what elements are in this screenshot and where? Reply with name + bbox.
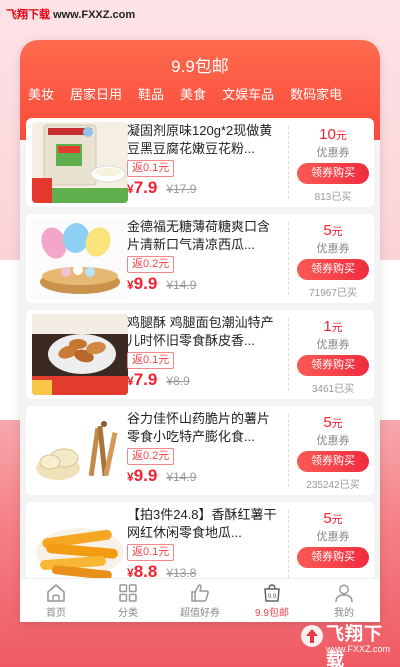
coupon-value: 10元 xyxy=(319,126,347,143)
tabbar-99-free-shipping[interactable]: 9.9 9.9包邮 xyxy=(236,579,308,622)
price-row: ¥7.9 ¥8.9 xyxy=(127,370,190,392)
page-title: 9.9包邮 xyxy=(171,57,229,76)
logo-icon xyxy=(301,625,323,647)
coupon-value: 5元 xyxy=(323,414,343,431)
home-icon xyxy=(47,584,65,602)
coupon-value: 5元 xyxy=(323,222,343,239)
thumbs-up-icon xyxy=(191,584,209,602)
tabbar-category[interactable]: 分类 xyxy=(92,579,164,622)
divider xyxy=(288,126,289,199)
coupon-block: 10元 优惠券 领券购买 813已买 xyxy=(292,118,374,207)
product-card[interactable]: 凝固剂原味120g*2现做黄豆黑豆腐花嫩豆花粉... 返0.1元 ¥7.9 ¥1… xyxy=(26,118,374,207)
coupon-label: 优惠券 xyxy=(316,435,350,447)
site-logo: 飞翔下载 www.FXXZ.com xyxy=(300,618,400,667)
watermark-prefix: 飞翔下载 xyxy=(6,9,50,21)
coupon-label: 优惠券 xyxy=(316,339,350,351)
site-watermark: 飞翔下载 www.FXXZ.com xyxy=(6,6,135,22)
tabbar-label: 9.9包邮 xyxy=(255,608,289,619)
price-row: ¥9.9 ¥14.9 xyxy=(127,466,196,488)
person-icon xyxy=(335,584,353,603)
price-row: ¥9.9 ¥14.9 xyxy=(127,274,196,296)
rebate-tag: 返0.2元 xyxy=(127,256,175,273)
logo-url: www.FXXZ.com xyxy=(326,644,391,654)
product-title[interactable]: 凝固剂原味120g*2现做黄豆黑豆腐花嫩豆花粉... xyxy=(127,122,279,158)
coupon-label: 优惠券 xyxy=(316,243,350,255)
bag-badge: 9.9 xyxy=(268,594,277,600)
divider xyxy=(288,510,289,583)
coupon-value: 5元 xyxy=(323,510,343,527)
sold-count: 235242已买 xyxy=(306,480,360,491)
category-tabs: 美妆 居家日用 鞋品 美食 文娱车品 数码家电 xyxy=(20,84,380,114)
bag-icon: 9.9 xyxy=(264,584,280,602)
coupon-block: 5元 优惠券 领券购买 235242已买 xyxy=(292,406,374,495)
divider xyxy=(288,318,289,391)
tabbar-label: 分类 xyxy=(118,608,138,619)
product-title[interactable]: 金德福无糖薄荷糖爽口含片清新口气清凉西瓜... xyxy=(127,218,279,254)
divider xyxy=(288,414,289,487)
original-price: ¥17.9 xyxy=(166,182,197,196)
rebate-tag: 返0.1元 xyxy=(127,352,175,369)
product-image xyxy=(32,122,128,203)
grid-icon xyxy=(119,584,137,602)
current-price: ¥9.9 xyxy=(127,466,158,485)
tab-entertainment[interactable]: 文娱车品 xyxy=(214,84,282,114)
original-price: ¥14.9 xyxy=(166,278,197,292)
sold-count: 3461已买 xyxy=(311,384,355,395)
current-price: ¥7.9 xyxy=(127,178,158,197)
tabbar-label: 我的 xyxy=(334,608,354,619)
product-title[interactable]: 【拍3件24.8】香酥红薯干 网红休闲零食地瓜... xyxy=(127,506,279,542)
tab-electronics[interactable]: 数码家电 xyxy=(282,84,350,114)
current-price: ¥9.9 xyxy=(127,274,158,293)
sold-count: 813已买 xyxy=(314,192,352,203)
tab-food[interactable]: 美食 xyxy=(172,84,214,114)
tab-beauty[interactable]: 美妆 xyxy=(20,84,62,114)
rebate-tag: 返0.1元 xyxy=(127,544,175,561)
bottom-tab-bar: 首页 分类 超值好券 9.9 9.9包邮 我的 xyxy=(20,578,380,622)
tabbar-me[interactable]: 我的 xyxy=(308,579,380,622)
coupon-label: 优惠券 xyxy=(316,147,350,159)
original-price: ¥8.9 xyxy=(166,374,190,388)
product-image xyxy=(32,218,128,299)
coupon-block: 5元 优惠券 领券购买 71967已买 xyxy=(292,214,374,303)
get-coupon-buy-button[interactable]: 领券购买 xyxy=(297,355,369,376)
get-coupon-buy-button[interactable]: 领券购买 xyxy=(297,451,369,472)
tabbar-label: 超值好券 xyxy=(180,608,220,619)
current-price: ¥7.9 xyxy=(127,370,158,389)
tabbar-home[interactable]: 首页 xyxy=(20,579,92,622)
watermark-site: www.FXXZ.com xyxy=(53,9,136,21)
tab-home[interactable]: 居家日用 xyxy=(62,84,130,114)
divider xyxy=(288,222,289,295)
rebate-tag: 返0.2元 xyxy=(127,448,175,465)
product-card[interactable]: 金德福无糖薄荷糖爽口含片清新口气清凉西瓜... 返0.2元 ¥9.9 ¥14.9… xyxy=(26,214,374,303)
coupon-label: 优惠券 xyxy=(316,531,350,543)
product-title[interactable]: 鸡腿酥 鸡腿面包潮汕特产儿时怀旧零食酥皮香... xyxy=(127,314,279,350)
product-image xyxy=(32,314,128,395)
tabbar-label: 首页 xyxy=(46,608,66,619)
product-image xyxy=(32,506,128,587)
get-coupon-buy-button[interactable]: 领券购买 xyxy=(297,547,369,568)
product-image xyxy=(32,410,128,491)
product-card[interactable]: 谷力佳怀山药脆片的薯片零食小吃特产膨化食... 返0.2元 ¥9.9 ¥14.9… xyxy=(26,406,374,495)
get-coupon-buy-button[interactable]: 领券购买 xyxy=(297,163,369,184)
sold-count: 71967已买 xyxy=(309,288,357,299)
price-row: ¥7.9 ¥17.9 xyxy=(127,178,196,200)
get-coupon-buy-button[interactable]: 领券购买 xyxy=(297,259,369,280)
coupon-block: 1元 优惠券 领券购买 3461已买 xyxy=(292,310,374,399)
tab-shoes[interactable]: 鞋品 xyxy=(130,84,172,114)
app-screen: 9.9包邮 美妆 居家日用 鞋品 美食 文娱车品 数码家电 凝固剂原味120g*… xyxy=(20,40,380,622)
rebate-tag: 返0.1元 xyxy=(127,160,175,177)
tabbar-coupons[interactable]: 超值好券 xyxy=(164,579,236,622)
product-title[interactable]: 谷力佳怀山药脆片的薯片零食小吃特产膨化食... xyxy=(127,410,279,446)
original-price: ¥14.9 xyxy=(166,470,197,484)
product-card[interactable]: 鸡腿酥 鸡腿面包潮汕特产儿时怀旧零食酥皮香... 返0.1元 ¥7.9 ¥8.9… xyxy=(26,310,374,399)
coupon-value: 1元 xyxy=(323,318,343,335)
